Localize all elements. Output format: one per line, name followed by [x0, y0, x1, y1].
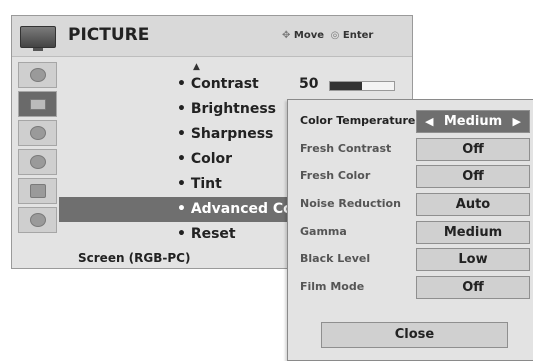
row-noise-reduction: Noise Reduction Auto [288, 193, 533, 216]
row-color-temperature: Color Temperature ◀ Medium ▶ [288, 110, 533, 133]
noise-reduction-value[interactable]: Auto [416, 193, 530, 216]
contrast-level-fill [330, 82, 362, 90]
navigation-hint: ✥ Move ◎ Enter [282, 30, 373, 41]
setup-category-icon[interactable] [18, 62, 57, 88]
left-arrow-icon[interactable]: ◀ [425, 111, 433, 132]
audio-category-icon[interactable] [18, 120, 57, 146]
setting-label: Color Temperature [300, 114, 416, 127]
fresh-color-value[interactable]: Off [416, 165, 530, 188]
setting-label: Black Level [300, 252, 371, 265]
contrast-level-bar[interactable] [329, 81, 395, 91]
fresh-contrast-value[interactable]: Off [416, 138, 530, 161]
lock-category-icon[interactable] [18, 207, 57, 233]
setting-label: Fresh Color [300, 169, 371, 182]
move-arrows-icon: ✥ [282, 30, 291, 41]
row-gamma: Gamma Medium [288, 221, 533, 244]
row-film-mode: Film Mode Off [288, 276, 533, 299]
screen-mode-label: Screen (RGB-PC) [78, 251, 191, 265]
scroll-up-icon[interactable]: ▲ [193, 62, 200, 72]
setting-label: Noise Reduction [300, 197, 401, 210]
close-button[interactable]: Close [321, 322, 508, 348]
advanced-control-panel: Color Temperature ◀ Medium ▶ Fresh Contr… [287, 99, 533, 361]
enter-label: Enter [342, 30, 374, 41]
black-level-value[interactable]: Low [416, 248, 530, 271]
row-fresh-contrast: Fresh Contrast Off [288, 138, 533, 161]
row-fresh-color: Fresh Color Off [288, 165, 533, 188]
picture-category-icon[interactable] [18, 91, 57, 117]
move-label: Move [293, 30, 324, 41]
menu-item-label: • Brightness [177, 101, 277, 117]
setting-label: Fresh Contrast [300, 142, 392, 155]
menu-item-label: • Reset [177, 226, 236, 242]
right-arrow-icon[interactable]: ▶ [513, 111, 521, 132]
setting-label: Film Mode [300, 280, 365, 293]
row-black-level: Black Level Low [288, 248, 533, 271]
category-icon-column [18, 62, 57, 236]
menu-title: PICTURE [68, 25, 150, 45]
menu-item-contrast[interactable]: • Contrast 50 [59, 72, 412, 97]
menu-item-label: • Color [177, 151, 233, 167]
setting-value: Medium [443, 114, 503, 129]
option-category-icon[interactable] [18, 178, 57, 204]
setting-label: Gamma [300, 225, 347, 238]
time-category-icon[interactable] [18, 149, 57, 175]
film-mode-value[interactable]: Off [416, 276, 530, 299]
menu-header: PICTURE ✥ Move ◎ Enter [12, 16, 412, 57]
menu-item-label: • Tint [177, 176, 222, 192]
enter-dot-icon: ◎ [327, 30, 340, 41]
menu-item-label: • Sharpness [177, 126, 274, 142]
menu-item-label: • Contrast [177, 76, 259, 92]
menu-item-label: • Advanced Co [177, 201, 293, 217]
contrast-value: 50 [299, 76, 319, 92]
gamma-value[interactable]: Medium [416, 221, 530, 244]
color-temperature-selector[interactable]: ◀ Medium ▶ [416, 110, 530, 133]
tv-icon [20, 26, 56, 51]
